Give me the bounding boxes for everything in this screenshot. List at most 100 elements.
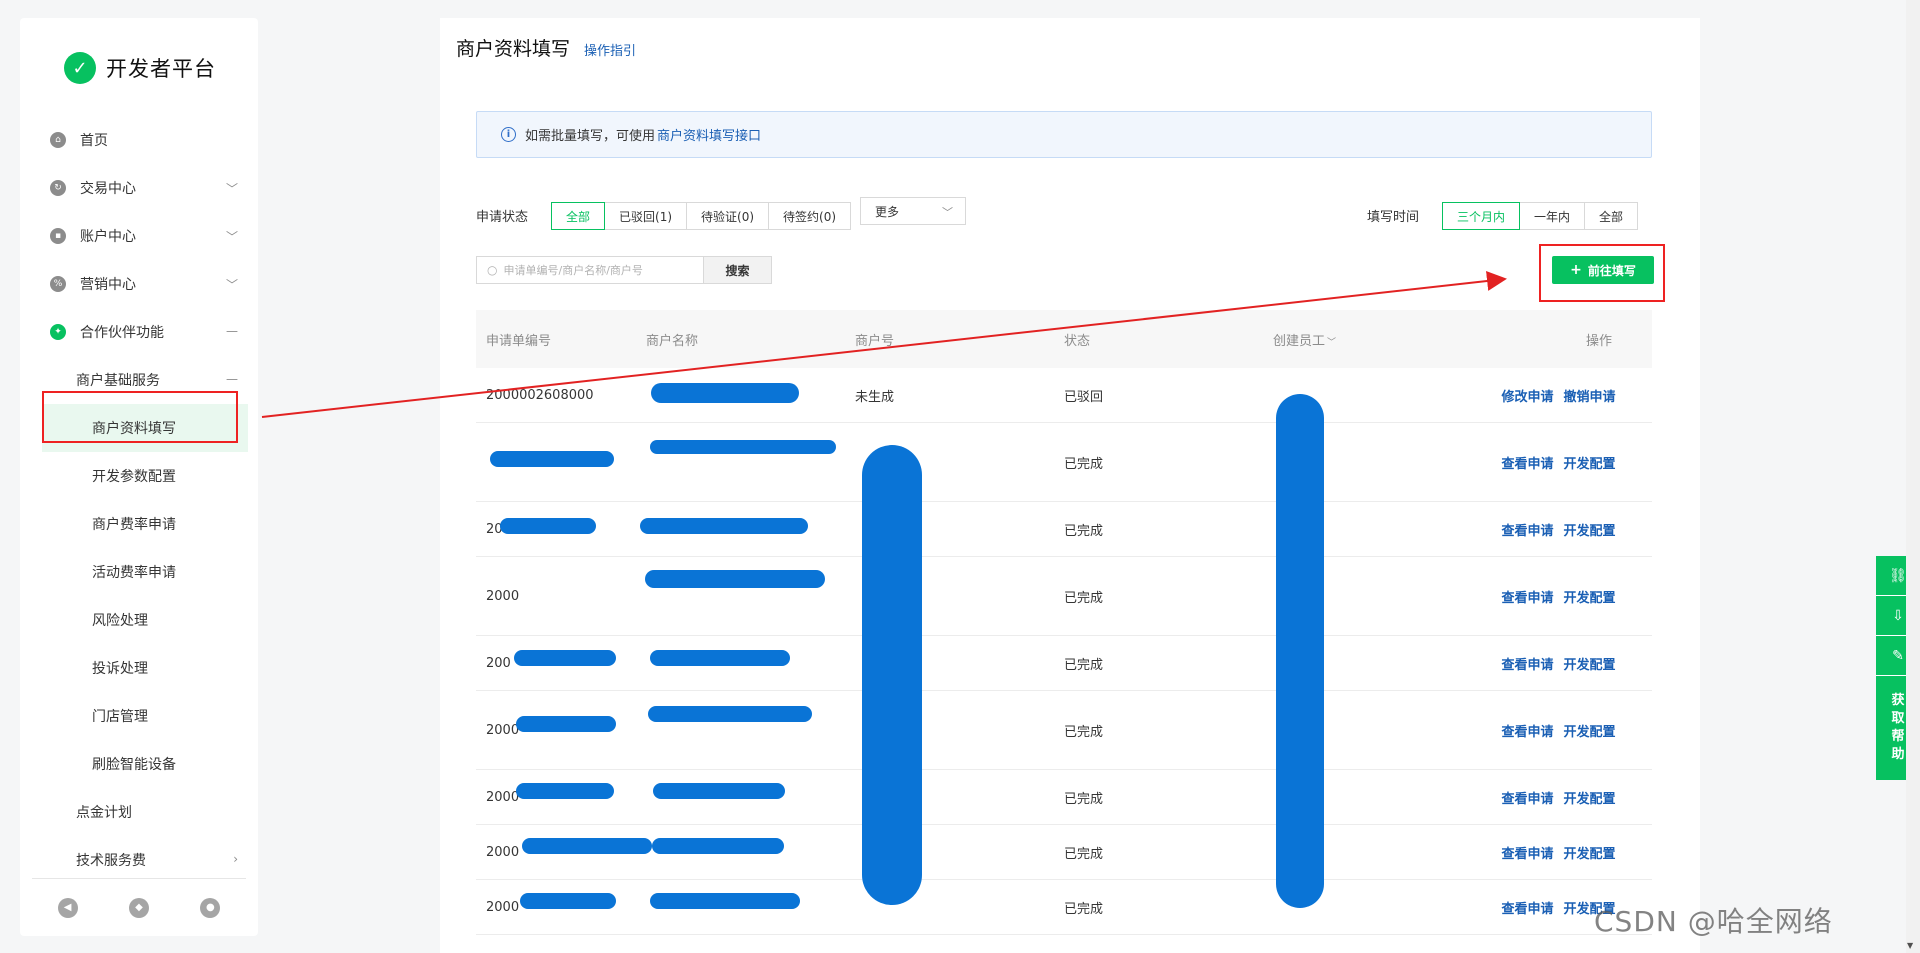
action-link[interactable]: 开发配置 xyxy=(1564,591,1616,606)
action-link[interactable]: 开发配置 xyxy=(1564,725,1616,740)
cell-actions: 修改申请 撤销申请 xyxy=(1463,386,1652,405)
sidebar-item-dev-params[interactable]: 开发参数配置 xyxy=(20,452,258,500)
partner-icon: ✦ xyxy=(50,324,66,340)
logo[interactable]: ✓ 开发者平台 xyxy=(64,52,216,84)
action-link[interactable]: 查看申请 xyxy=(1501,524,1553,539)
megaphone-icon[interactable]: ◀ xyxy=(57,897,78,918)
search-input[interactable]: ○ 申请单编号/商户名称/商户号 xyxy=(476,256,704,284)
sidebar-item-complaint[interactable]: 投诉处理 xyxy=(20,644,258,692)
redaction-mark xyxy=(645,570,825,588)
go-fill-button[interactable]: + 前往填写 xyxy=(1552,256,1654,284)
redaction-mark xyxy=(500,518,596,534)
action-link[interactable]: 查看申请 xyxy=(1501,725,1553,740)
column-header-status: 状态 xyxy=(1064,333,1091,349)
sidebar-item-merchant-info-fill[interactable]: 商户资料填写 xyxy=(42,404,248,452)
cell-status: 已驳回 xyxy=(1064,389,1104,405)
action-link[interactable]: 撤销申请 xyxy=(1564,390,1616,405)
sidebar-item-merchant-rate[interactable]: 商户费率申请 xyxy=(20,500,258,548)
go-fill-label: 前往填写 xyxy=(1587,263,1636,278)
cell-status: 已完成 xyxy=(1064,657,1104,673)
sidebar-item-label: 商户基础服务 xyxy=(76,373,160,389)
action-link[interactable]: 开发配置 xyxy=(1564,524,1616,539)
action-link[interactable]: 查看申请 xyxy=(1501,847,1553,862)
column-header-actions: 操作 xyxy=(1585,333,1612,349)
action-link[interactable]: 查看申请 xyxy=(1501,457,1553,472)
search-button[interactable]: 搜索 xyxy=(704,256,772,284)
action-link[interactable]: 查看申请 xyxy=(1501,902,1553,917)
sidebar-item-label: 商户费率申请 xyxy=(92,517,176,533)
column-header-merchant-name: 商户名称 xyxy=(646,333,699,349)
sidebar-item-trade-center[interactable]: ↻ 交易中心 ﹀ xyxy=(20,164,258,212)
chevron-down-icon: ﹀ xyxy=(225,230,238,244)
action-link[interactable]: 开发配置 xyxy=(1564,847,1616,862)
action-link[interactable]: 修改申请 xyxy=(1501,390,1553,405)
cell-status: 已完成 xyxy=(1064,456,1104,472)
sidebar-item-merchant-basic-service[interactable]: 商户基础服务 — xyxy=(20,356,258,404)
column-header-creator[interactable]: 创建员工 ﹀ xyxy=(1263,330,1463,349)
chevron-down-icon: ﹀ xyxy=(225,278,238,292)
notice-banner: i 如需批量填写，可使用 商户资料填写接口 xyxy=(476,111,1652,158)
action-link[interactable]: 开发配置 xyxy=(1564,792,1616,807)
status-filter-all[interactable]: 全部 xyxy=(551,202,606,230)
time-filter-one-year[interactable]: 一年内 xyxy=(1519,202,1586,230)
search-row: ○ 申请单编号/商户名称/商户号 搜索 xyxy=(476,256,772,284)
logo-text: 开发者平台 xyxy=(106,57,216,81)
table-row: 已完成 查看申请 开发配置 xyxy=(476,423,1652,502)
sidebar-item-label: 技术服务费 xyxy=(76,853,146,869)
redaction-mark xyxy=(516,783,614,799)
status-filter-pending-sign[interactable]: 待签约(0) xyxy=(768,202,852,230)
action-link[interactable]: 查看申请 xyxy=(1501,792,1553,807)
time-filter-all[interactable]: 全部 xyxy=(1584,202,1639,230)
cell-status: 已完成 xyxy=(1064,523,1104,539)
table-header: 申请单编号 商户名称 商户号 状态 创建员工 ﹀ 操作 xyxy=(476,310,1652,368)
watermark: CSDN @哈全网络 xyxy=(1594,905,1833,938)
cell-actions: 查看申请 开发配置 xyxy=(1463,843,1652,862)
redaction-mark xyxy=(650,650,790,666)
redaction-mark xyxy=(1276,394,1324,908)
cell-actions: 查看申请 开发配置 xyxy=(1463,654,1652,673)
sidebar-item-face-device[interactable]: 刷脸智能设备 xyxy=(20,740,258,788)
column-header-id: 申请单编号 xyxy=(486,333,552,349)
redaction-mark xyxy=(653,783,785,799)
sidebar-item-gold-plan[interactable]: 点金计划 xyxy=(20,788,258,836)
status-filter-rejected[interactable]: 已驳回(1) xyxy=(604,202,688,230)
sidebar-item-label: 开发参数配置 xyxy=(92,469,176,485)
bell-icon[interactable]: ◆ xyxy=(128,897,149,918)
guide-link[interactable]: 操作指引 xyxy=(584,40,636,59)
sidebar-nav: ⌂ 首页 ↻ 交易中心 ﹀ ▪ 账户中心 ﹀ % 营销中心 ﹀ ✦ 合作伙伴功能… xyxy=(20,116,258,884)
cell-actions: 查看申请 开发配置 xyxy=(1463,788,1652,807)
sidebar-item-account-center[interactable]: ▪ 账户中心 ﹀ xyxy=(20,212,258,260)
scrollbar[interactable] xyxy=(1906,0,1920,953)
sidebar-item-tech-service-fee[interactable]: 技术服务费 › xyxy=(20,836,258,884)
cell-status: 已完成 xyxy=(1064,791,1104,807)
action-link[interactable]: 开发配置 xyxy=(1564,457,1616,472)
content-area: i 如需批量填写，可使用 商户资料填写接口 申请状态 全部 已驳回(1) 待验证… xyxy=(456,76,1698,953)
help-char: 助 xyxy=(1891,747,1905,763)
sidebar-item-label: 刷脸智能设备 xyxy=(92,757,176,773)
sidebar-item-marketing-center[interactable]: % 营销中心 ﹀ xyxy=(20,260,258,308)
more-status-dropdown[interactable]: 更多 ﹀ xyxy=(860,197,966,225)
sidebar-item-home[interactable]: ⌂ 首页 xyxy=(20,116,258,164)
sidebar-item-store[interactable]: 门店管理 xyxy=(20,692,258,740)
cell-status: 已完成 xyxy=(1064,590,1104,606)
column-header-merchant-no: 商户号 xyxy=(855,333,895,349)
scroll-down-icon[interactable]: ▼ xyxy=(1907,941,1913,950)
status-filter-group: 全部 已驳回(1) 待验证(0) 待签约(0) xyxy=(551,202,852,230)
sidebar-item-partner-functions[interactable]: ✦ 合作伙伴功能 — xyxy=(20,308,258,356)
sidebar-item-label: 风险处理 xyxy=(92,613,148,629)
action-link[interactable]: 查看申请 xyxy=(1501,591,1553,606)
home-icon: ⌂ xyxy=(50,132,66,148)
sidebar-footer: ◀ ◆ ● xyxy=(32,878,246,936)
column-header-creator-label: 创建员工 xyxy=(1273,333,1326,349)
sidebar-item-activity-rate[interactable]: 活动费率申请 xyxy=(20,548,258,596)
action-link[interactable]: 查看申请 xyxy=(1501,658,1553,673)
action-link[interactable]: 开发配置 xyxy=(1564,658,1616,673)
notice-link[interactable]: 商户资料填写接口 xyxy=(657,125,761,144)
user-icon[interactable]: ● xyxy=(200,897,221,918)
sidebar-item-label: 门店管理 xyxy=(92,709,148,725)
collapse-icon: — xyxy=(226,324,238,338)
status-filter-pending-verify[interactable]: 待验证(0) xyxy=(686,202,770,230)
cell-status: 已完成 xyxy=(1064,724,1104,740)
sidebar-item-risk[interactable]: 风险处理 xyxy=(20,596,258,644)
time-filter-three-months[interactable]: 三个月内 xyxy=(1442,202,1521,230)
